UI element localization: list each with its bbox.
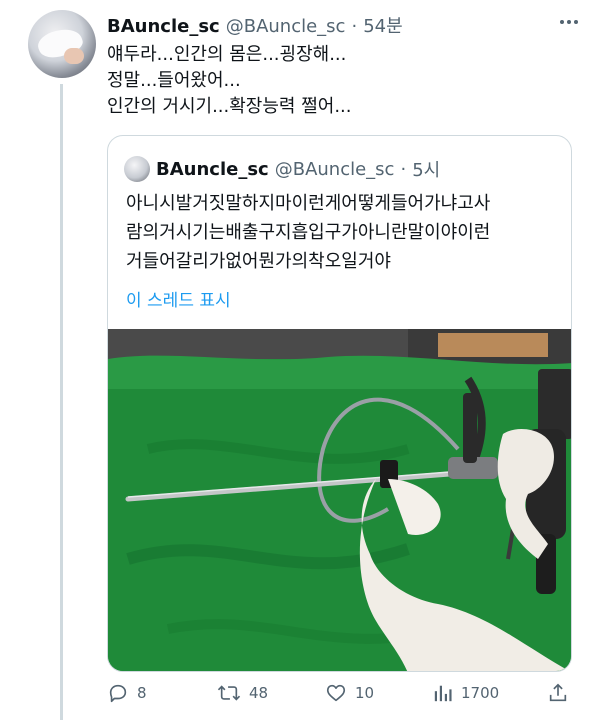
retweet-button[interactable]: 48 <box>217 682 268 704</box>
reply-button[interactable]: 8 <box>107 682 147 704</box>
author-handle[interactable]: @BAuncle_sc <box>226 16 346 37</box>
quoted-tweet-timestamp: 5시 <box>412 160 441 181</box>
tweet-text-line: 인간의 거시기...확장능력 쩔어... <box>107 96 352 117</box>
tweet-text: 얘두라...인간의 몸은...굉장해... 정말...들어왔어... 인간의 거… <box>107 42 352 120</box>
separator-dot: · <box>351 16 358 37</box>
reply-icon <box>109 684 127 703</box>
quoted-tweet-photo[interactable] <box>108 329 571 671</box>
view-count: 1700 <box>461 684 500 702</box>
thread-connector-line <box>60 84 63 720</box>
tweet-timestamp[interactable]: 54분 <box>363 12 402 38</box>
quoted-author-handle: @BAuncle_sc <box>274 158 395 180</box>
share-icon <box>549 683 567 702</box>
quoted-tweet-card[interactable]: BAuncle_sc @BAuncle_sc · 5시 아니시발거짓말하지마이런… <box>107 135 572 672</box>
show-thread-link[interactable]: 이 스레드 표시 <box>126 286 231 311</box>
tweet-text-line: 정말...들어왔어... <box>107 70 241 91</box>
quoted-author-name: BAuncle_sc <box>156 158 269 180</box>
quoted-text-line: 거들어갈리가없어뭔가의착오일거야 <box>126 251 391 272</box>
views-button[interactable]: 1700 <box>433 682 499 704</box>
quoted-author-avatar <box>124 156 150 182</box>
quoted-tweet-header: BAuncle_sc @BAuncle_sc · 5시 <box>124 156 440 182</box>
endoscope-photo-illustration <box>108 329 571 671</box>
tweet-action-bar: 8 48 10 1700 <box>107 682 567 710</box>
author-name[interactable]: BAuncle_sc <box>107 16 220 37</box>
like-button[interactable]: 10 <box>325 682 374 704</box>
author-avatar[interactable] <box>28 10 96 78</box>
retweet-count: 48 <box>249 684 269 702</box>
quoted-text-line: 아니시발거짓말하지마이런게어떻게들어가냐고사 <box>126 193 491 214</box>
more-icon[interactable] <box>560 20 578 24</box>
tweet-header: BAuncle_sc @BAuncle_sc · 54분 <box>107 12 403 38</box>
retweet-icon <box>217 685 241 701</box>
reply-count: 8 <box>137 684 147 702</box>
heart-icon <box>326 684 346 702</box>
tweet-text-line: 얘두라...인간의 몸은...굉장해... <box>107 44 347 65</box>
quoted-tweet-text: 아니시발거짓말하지마이런게어떻게들어가냐고사 람의거시기는배출구지흡입구가아니란… <box>126 189 490 276</box>
views-icon <box>434 685 452 702</box>
separator-dot: · <box>400 158 407 180</box>
like-count: 10 <box>355 684 375 702</box>
quoted-text-line: 람의거시기는배출구지흡입구가아니란말이야이런 <box>126 222 491 243</box>
share-button[interactable] <box>547 682 569 704</box>
